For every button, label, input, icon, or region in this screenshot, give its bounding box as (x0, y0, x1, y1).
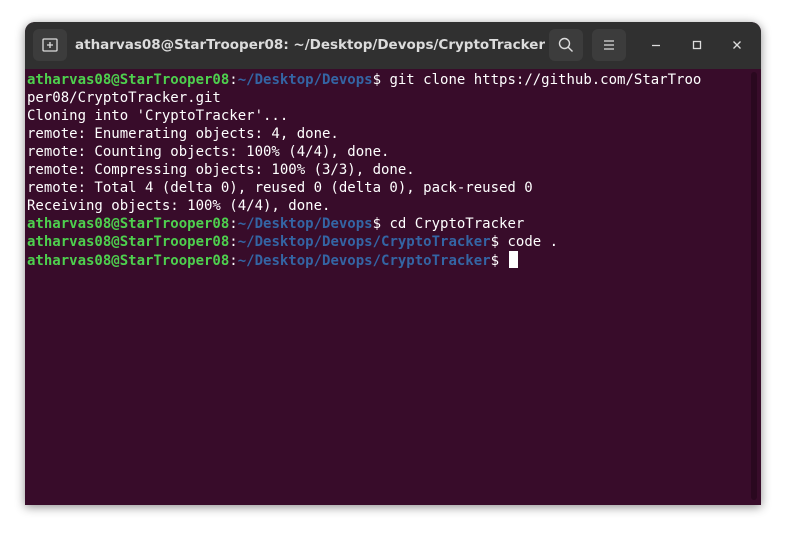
terminal-window: atharvas08@StarTrooper08: ~/Desktop/Devo… (25, 22, 761, 505)
prompt-user: atharvas08@StarTrooper08 (27, 253, 230, 269)
menu-button[interactable] (592, 29, 626, 61)
output-line: remote: Enumerating objects: 4, done. (27, 125, 747, 143)
prompt-separator: : (229, 253, 238, 269)
command-text: cd CryptoTracker (389, 216, 525, 232)
prompt-line: atharvas08@StarTrooper08:~/Desktop/Devop… (27, 233, 747, 251)
prompt-user: atharvas08@StarTrooper08 (27, 72, 230, 88)
output-text: remote: Enumerating objects: 4, done. (27, 126, 339, 142)
output-line: Receiving objects: 100% (4/4), done. (27, 197, 747, 215)
prompt-path: ~/Desktop/Devops (237, 72, 373, 88)
prompt-separator: : (229, 216, 238, 232)
output-line: per08/CryptoTracker.git (27, 89, 747, 107)
prompt-line: atharvas08@StarTrooper08:~/Desktop/Devop… (27, 71, 747, 89)
output-text: remote: Total 4 (delta 0), reused 0 (del… (27, 180, 533, 196)
output-text: Receiving objects: 100% (4/4), done. (27, 198, 331, 214)
output-text: per08/CryptoTracker.git (27, 90, 221, 106)
text-cursor (509, 251, 519, 268)
prompt-path: ~/Desktop/Devops (237, 216, 373, 232)
command-text: git clone https://github.com/StarTroo (389, 72, 702, 88)
output-line: remote: Total 4 (delta 0), reused 0 (del… (27, 179, 747, 197)
new-tab-button[interactable] (33, 29, 67, 61)
prompt-symbol: $ (372, 72, 390, 88)
prompt-symbol: $ (490, 234, 508, 250)
title-bar[interactable]: atharvas08@StarTrooper08: ~/Desktop/Devo… (25, 22, 761, 69)
search-icon (558, 37, 573, 52)
prompt-separator: : (229, 234, 238, 250)
hamburger-menu-icon (604, 40, 614, 50)
output-text: Cloning into 'CryptoTracker'... (27, 108, 289, 124)
window-title: atharvas08@StarTrooper08: ~/Desktop/Devo… (75, 37, 545, 53)
prompt-user: atharvas08@StarTrooper08 (27, 234, 230, 250)
minimize-button[interactable] (645, 34, 667, 56)
new-tab-icon (42, 38, 58, 52)
prompt-separator: : (229, 72, 238, 88)
prompt-line: atharvas08@StarTrooper08:~/Desktop/Devop… (27, 215, 747, 233)
prompt-path: ~/Desktop/Devops/CryptoTracker (237, 253, 491, 269)
maximize-button[interactable] (686, 34, 708, 56)
output-text: remote: Compressing objects: 100% (3/3),… (27, 162, 415, 178)
output-line: remote: Compressing objects: 100% (3/3),… (27, 161, 747, 179)
output-text: remote: Counting objects: 100% (4/4), do… (27, 144, 390, 160)
search-button[interactable] (549, 29, 583, 61)
minimize-icon (652, 44, 660, 47)
command-text: code . (507, 234, 559, 250)
prompt-user: atharvas08@StarTrooper08 (27, 216, 230, 232)
prompt-line: atharvas08@StarTrooper08:~/Desktop/Devop… (27, 251, 747, 269)
prompt-symbol: $ (490, 253, 508, 269)
output-line: Cloning into 'CryptoTracker'... (27, 107, 747, 125)
scrollbar[interactable] (751, 72, 757, 500)
prompt-symbol: $ (372, 216, 390, 232)
close-icon (733, 41, 741, 49)
prompt-path: ~/Desktop/Devops/CryptoTracker (237, 234, 491, 250)
output-line: remote: Counting objects: 100% (4/4), do… (27, 143, 747, 161)
terminal-output[interactable]: atharvas08@StarTrooper08:~/Desktop/Devop… (27, 71, 747, 501)
maximize-icon (692, 40, 702, 50)
close-button[interactable] (726, 34, 748, 56)
